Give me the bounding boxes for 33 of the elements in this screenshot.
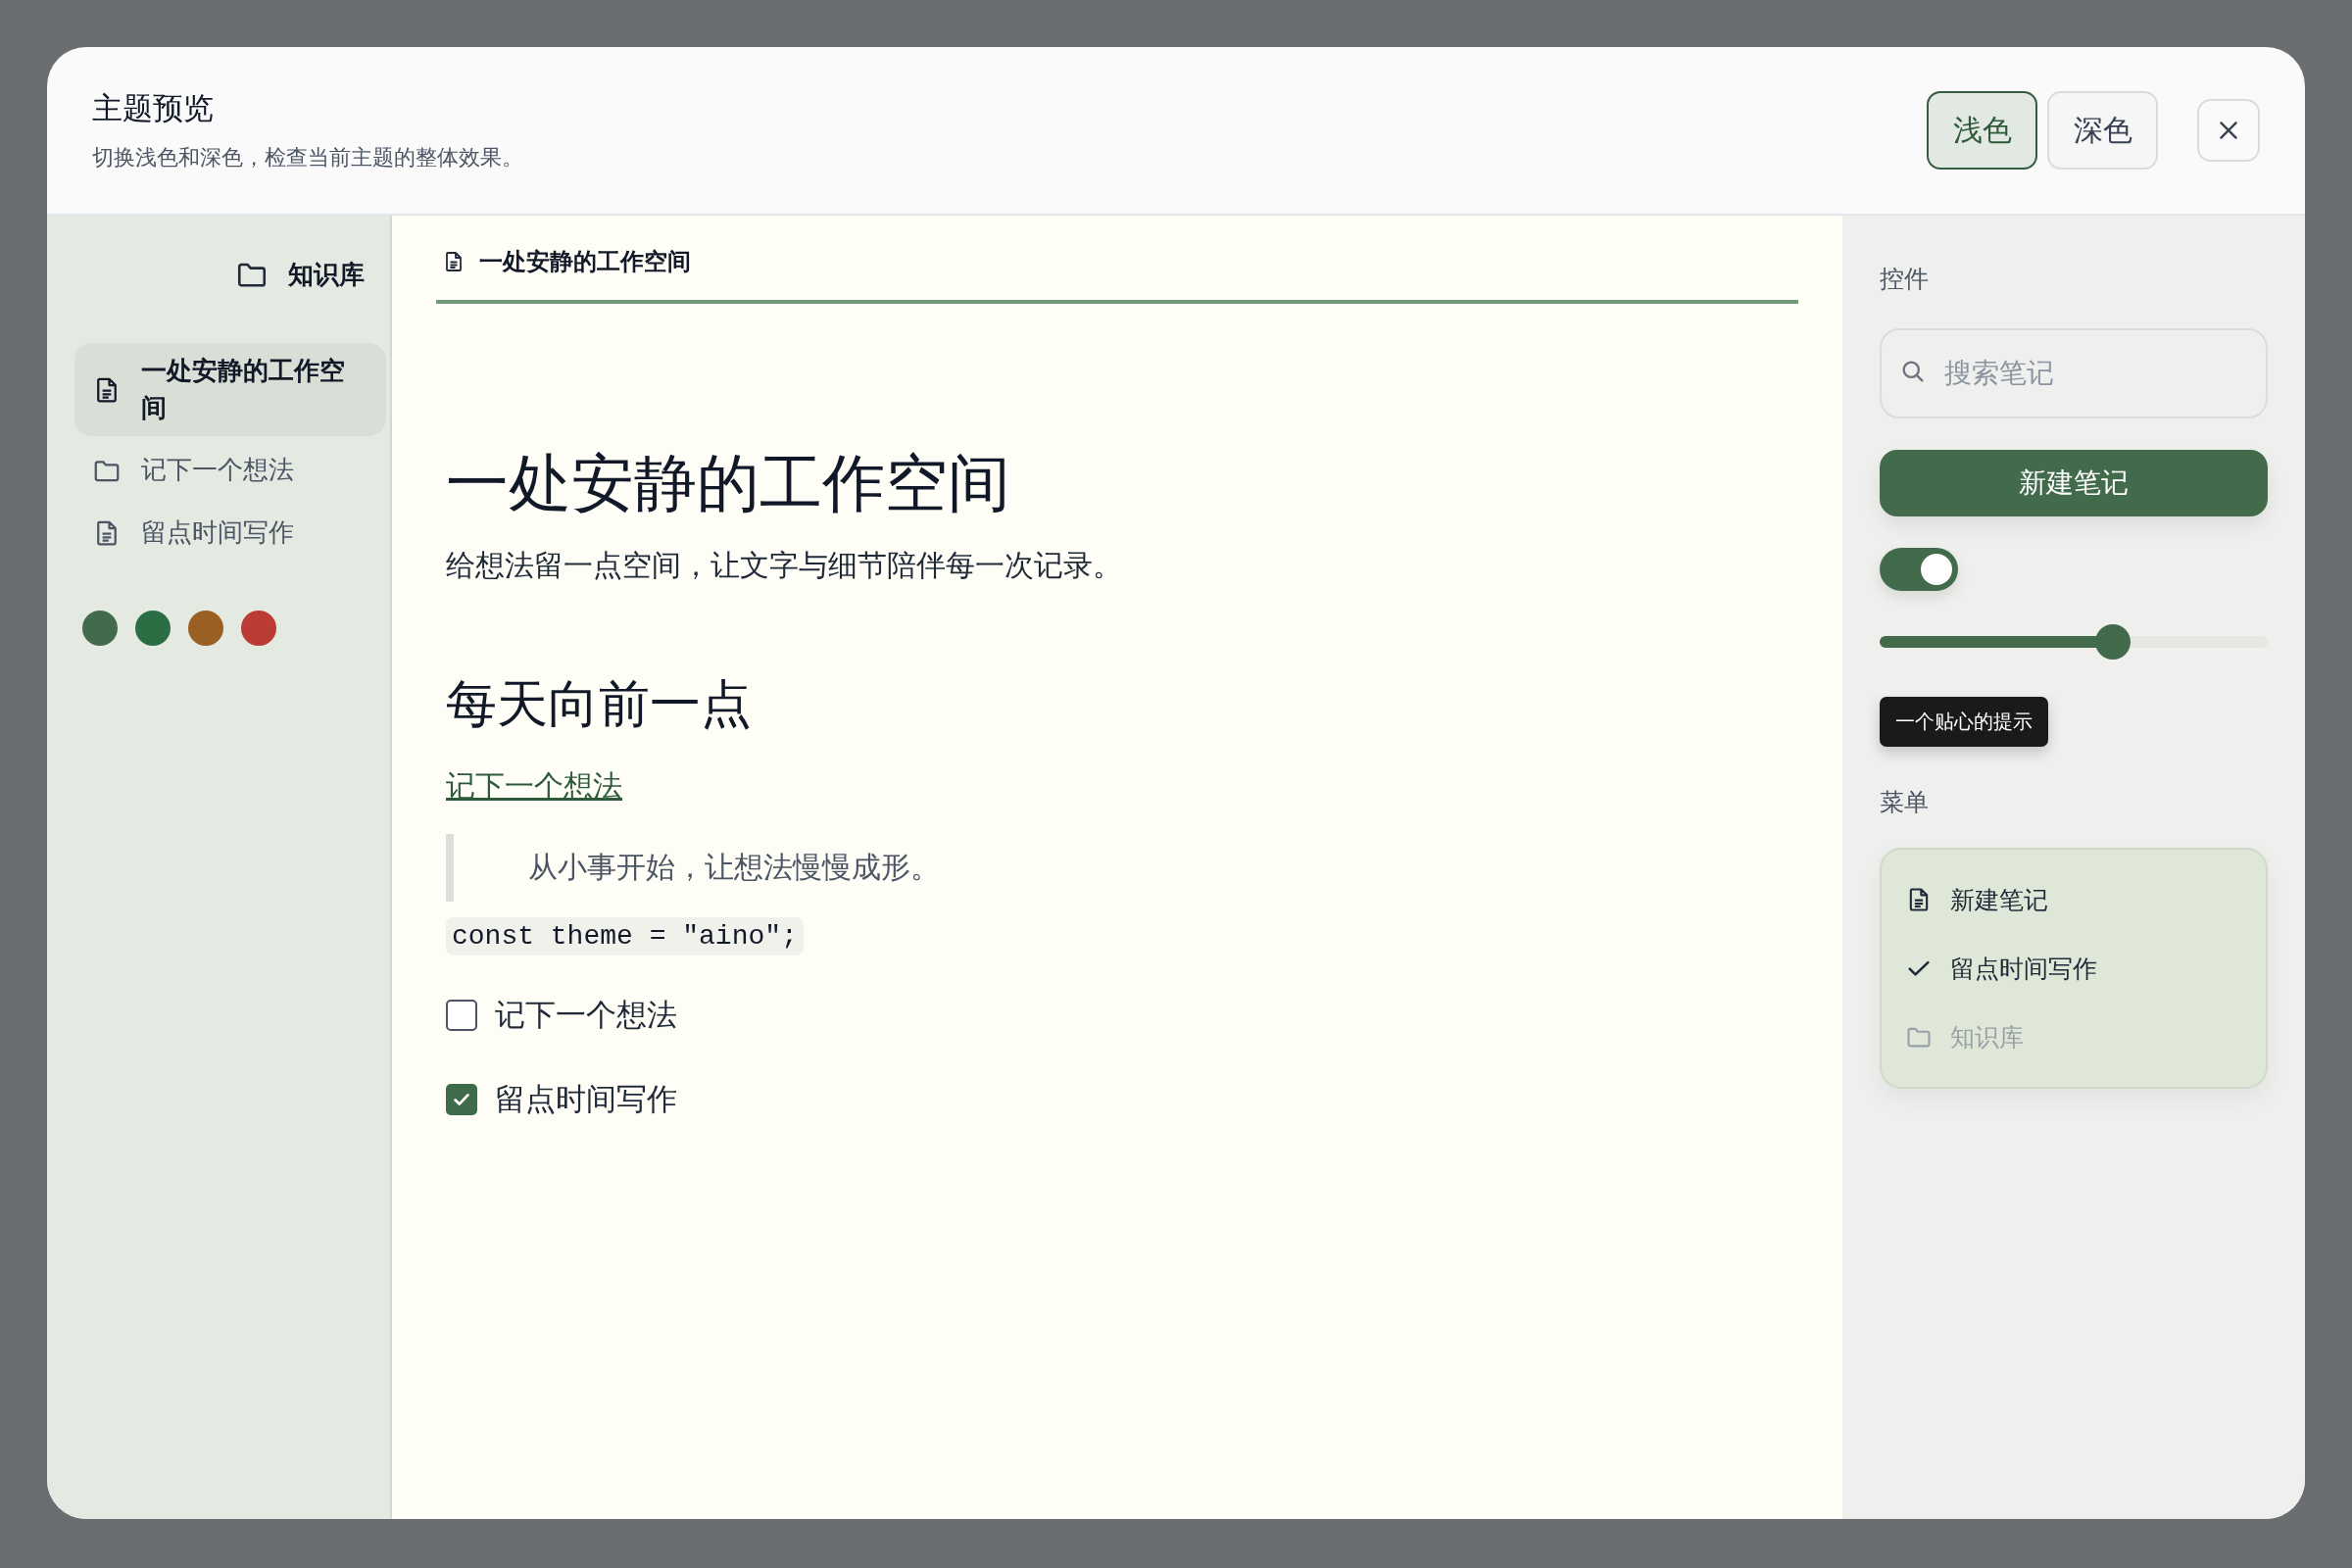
color-swatch[interactable] bbox=[82, 610, 118, 646]
section-heading: 每天向前一点 bbox=[446, 675, 752, 734]
tooltip: 一个贴心的提示 bbox=[1880, 697, 2048, 747]
new-note-button[interactable]: 新建笔记 bbox=[1880, 450, 2268, 516]
document-tab[interactable]: 一处安静的工作空间 bbox=[436, 216, 1798, 304]
sidebar-item[interactable]: 记下一个想法 bbox=[74, 442, 386, 500]
task-label: 留点时间写作 bbox=[495, 1081, 677, 1118]
close-button[interactable] bbox=[2197, 99, 2260, 162]
toggle-switch[interactable] bbox=[1880, 548, 1958, 591]
text-link[interactable]: 记下一个想法 bbox=[446, 769, 622, 802]
menu-item[interactable]: 留点时间写作 bbox=[1905, 934, 2242, 1003]
color-swatch[interactable] bbox=[241, 610, 276, 646]
checkbox[interactable] bbox=[446, 1000, 477, 1031]
search-field[interactable]: 搜索笔记 bbox=[1880, 328, 2268, 418]
sidebar-item[interactable]: 一处安静的工作空间 bbox=[74, 343, 386, 437]
checkbox[interactable] bbox=[446, 1084, 477, 1115]
theme-button[interactable]: 浅色 bbox=[1927, 91, 2037, 170]
color-swatch[interactable] bbox=[188, 610, 223, 646]
dialog-title: 主题预览 bbox=[92, 90, 215, 127]
document-paragraph: 给想法留一点空间，让文字与细节陪伴每一次记录。 bbox=[446, 548, 1122, 583]
section-label: 控件 bbox=[1880, 264, 1929, 294]
task-label: 记下一个想法 bbox=[495, 997, 677, 1034]
section-label: 菜单 bbox=[1880, 787, 1929, 817]
dialog-subtitle: 切换浅色和深色，检查当前主题的整体效果。 bbox=[92, 144, 524, 172]
sidebar-title: 知识库 bbox=[288, 258, 365, 291]
theme-button[interactable]: 深色 bbox=[2047, 91, 2158, 170]
menu-item[interactable]: 新建笔记 bbox=[1905, 865, 2242, 934]
slider-thumb[interactable] bbox=[2094, 624, 2131, 660]
sidebar-item[interactable]: 留点时间写作 bbox=[74, 505, 386, 562]
inline-code: const theme = "aino"; bbox=[446, 917, 804, 956]
document-heading: 一处安静的工作空间 bbox=[446, 448, 1010, 520]
color-swatch[interactable] bbox=[135, 610, 171, 646]
blockquote: 从小事开始，让想法慢慢成形。 bbox=[446, 834, 940, 902]
